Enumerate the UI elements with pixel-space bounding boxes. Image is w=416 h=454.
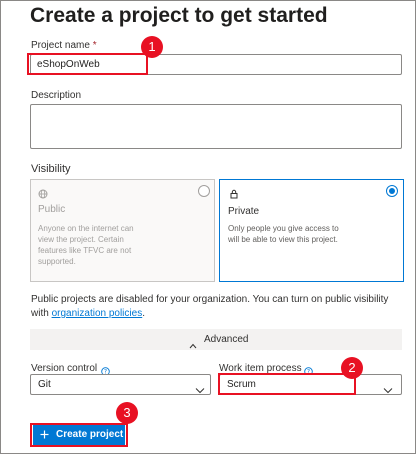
callout-badge-1: 1 [141,36,163,58]
description-label: Description [31,90,82,101]
page-title: Create a project to get started [30,4,328,27]
help-icon[interactable]: ? [304,363,313,376]
chevron-down-icon [383,381,393,394]
private-description: Only people you give access to will be a… [228,224,339,244]
callout-highlight-2 [218,373,356,395]
private-radio[interactable] [386,185,398,197]
description-input[interactable] [30,104,402,149]
visibility-card-private[interactable]: Private Only people you give access to w… [219,179,404,282]
version-control-select[interactable] [30,374,211,395]
chevron-down-icon [195,381,205,394]
project-name-label-text: Project name [31,40,90,51]
callout-badge-3: 3 [116,402,138,424]
chevron-up-icon [189,336,197,349]
callout-highlight-3 [30,423,128,447]
advanced-label: Advanced [204,334,249,345]
visibility-notice: Public projects are disabled for your or… [31,293,406,321]
visibility-card-public: Public Anyone on the internet can view t… [30,179,215,282]
help-icon[interactable]: ? [101,363,110,376]
lock-icon [229,186,239,199]
organization-policies-link[interactable]: organization policies [52,308,143,319]
public-radio[interactable] [198,185,210,197]
callout-highlight-1 [27,53,148,75]
visibility-label: Visibility [31,163,71,175]
callout-badge-2: 2 [341,357,363,379]
project-name-label: Project name * [31,40,97,51]
public-title: Public [38,204,66,215]
version-control-value: Git [38,379,51,390]
private-title: Private [228,206,260,217]
advanced-toggle[interactable]: Advanced [30,329,402,350]
version-control-label: Version control [31,363,98,374]
globe-icon [38,186,48,199]
public-description: Anyone on the internet can view the proj… [38,224,134,266]
required-marker: * [92,40,97,51]
notice-suffix: . [142,308,145,319]
